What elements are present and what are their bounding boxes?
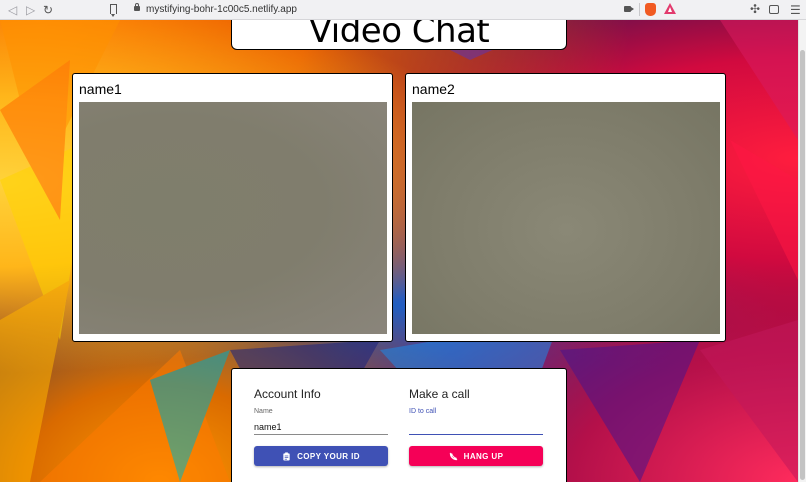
title-card: Video Chat [231,20,567,50]
forward-icon[interactable]: ▷ [26,3,35,17]
camera-icon[interactable] [624,6,634,12]
name-field[interactable] [254,419,388,435]
video-feed-local [79,102,387,334]
id-to-call-field[interactable] [409,419,543,435]
copy-id-button[interactable]: COPY YOUR ID [254,446,388,466]
bookmark-icon[interactable] [110,4,117,17]
menu-icon[interactable]: ☰ [790,3,801,17]
toolbar-divider [639,3,640,16]
back-icon[interactable]: ◁ [8,3,17,17]
video-name-label: name1 [79,81,122,97]
brave-rewards-icon[interactable] [664,3,676,14]
clipboard-icon [283,451,290,461]
extensions-icon[interactable]: ✣ [750,2,760,17]
page-title: Video Chat [308,20,490,51]
hang-up-button-label: HANG UP [463,451,504,461]
reload-icon[interactable]: ↻ [43,3,53,17]
scrollbar-thumb[interactable] [800,50,805,480]
phone-disabled-icon [449,452,458,460]
video-name-label: name2 [412,81,455,97]
video-card-remote: name2 [405,73,726,342]
make-call-heading: Make a call [409,387,470,401]
hang-up-button[interactable]: HANG UP [409,446,543,466]
video-card-local: name1 [72,73,393,342]
browser-toolbar: ◁ ▷ ↻ mystifying-bohr-1c00c5.netlify.app… [0,0,806,20]
wallet-icon[interactable] [769,5,779,14]
page-scrollbar[interactable] [798,20,806,482]
call-controls-card: Account Info Name COPY YOUR ID Make a ca… [231,368,567,482]
account-info-heading: Account Info [254,387,321,401]
id-to-call-label: ID to call [409,408,437,415]
lock-icon [134,3,140,11]
brave-shield-icon[interactable] [645,3,656,16]
page-background: Video Chat name1 name2 Account Info Name… [0,20,798,482]
copy-id-button-label: COPY YOUR ID [297,451,360,461]
name-field-label: Name [254,408,273,415]
address-bar[interactable]: mystifying-bohr-1c00c5.netlify.app [146,3,297,17]
video-feed-remote [412,102,720,334]
